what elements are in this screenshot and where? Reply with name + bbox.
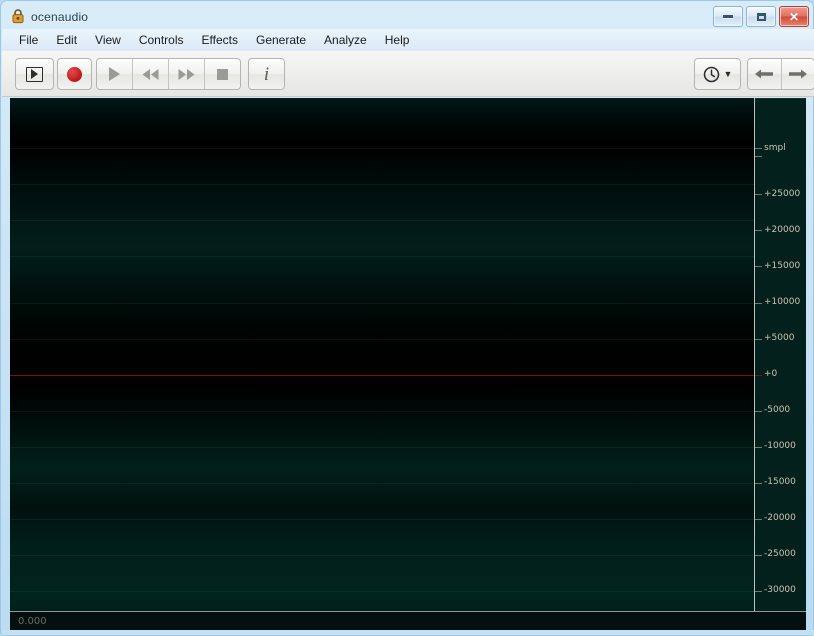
ruler-tick <box>755 591 762 592</box>
app-icon <box>12 9 24 24</box>
selection-tool-icon <box>26 66 43 82</box>
grid-line <box>10 555 754 556</box>
menu-help[interactable]: Help <box>376 31 419 49</box>
menu-bar: File Edit View Controls Effects Generate… <box>2 29 814 51</box>
ruler-tick <box>755 303 762 304</box>
window-title: ocenaudio <box>31 10 89 24</box>
play-button[interactable] <box>97 59 133 89</box>
menu-edit[interactable]: Edit <box>47 31 86 49</box>
grid-line <box>10 184 754 185</box>
record-icon <box>67 66 82 82</box>
arrow-left-icon <box>755 69 774 79</box>
ruler-tick <box>755 230 762 231</box>
ruler-tick <box>755 483 762 484</box>
menu-generate[interactable]: Generate <box>247 31 315 49</box>
grid-line <box>10 519 754 520</box>
minimize-button[interactable] <box>713 6 743 27</box>
grid-line <box>10 591 754 592</box>
ruler-label: +5000 <box>764 333 795 343</box>
ruler-tick <box>755 411 762 412</box>
clock-icon <box>703 66 719 82</box>
navigation-button-group <box>747 58 814 90</box>
grid-line <box>10 220 754 221</box>
application-window: ocenaudio ✕ File Edit View Controls Effe… <box>0 0 814 636</box>
transport-button-group <box>96 58 241 90</box>
ruler-label: -15000 <box>764 477 796 487</box>
grid-line <box>10 303 754 304</box>
grid-line <box>10 256 754 257</box>
ruler-label: +0 <box>764 369 778 379</box>
ruler-label: -10000 <box>764 441 796 451</box>
ruler-label: +25000 <box>764 189 801 199</box>
amplitude-ruler[interactable]: smpl +25000 +20000 +15000 +10000 +5000 +… <box>755 98 806 611</box>
ruler-top-border <box>755 98 806 99</box>
ruler-tick <box>755 339 762 340</box>
ruler-tick <box>755 555 762 556</box>
info-icon: i <box>263 63 270 85</box>
ruler-unit-label: smpl <box>764 143 786 153</box>
maximize-button[interactable] <box>746 6 776 27</box>
ruler-tick <box>755 194 762 195</box>
playhead-position: 0.000 <box>18 616 47 627</box>
grid-line <box>10 411 754 412</box>
toolbar: i -00:00:00.000 hr min sec smpl 8000 Hz … <box>2 51 814 144</box>
stop-icon <box>217 68 228 80</box>
title-bar: ocenaudio ✕ <box>1 1 814 29</box>
zero-amplitude-line <box>10 375 754 376</box>
arrow-right-icon <box>788 69 807 79</box>
ruler-tick-zero <box>755 375 762 376</box>
ruler-label: -25000 <box>764 549 796 559</box>
ruler-label: +15000 <box>764 261 801 271</box>
menu-analyze[interactable]: Analyze <box>315 31 376 49</box>
nav-forward-button[interactable] <box>782 59 814 89</box>
grid-line <box>10 447 754 448</box>
stop-button[interactable] <box>205 59 240 89</box>
menu-file[interactable]: File <box>10 31 47 49</box>
ruler-label: +20000 <box>764 225 801 235</box>
record-button[interactable] <box>57 58 92 90</box>
menu-view[interactable]: View <box>86 31 130 49</box>
play-icon <box>109 67 120 81</box>
ruler-label: -20000 <box>764 513 796 523</box>
ruler-tick <box>755 148 762 149</box>
ruler-tick <box>755 156 762 157</box>
window-controls: ✕ <box>713 6 809 27</box>
close-icon: ✕ <box>788 9 800 24</box>
waveform-canvas[interactable] <box>10 98 754 611</box>
waveform-view[interactable]: smpl +25000 +20000 +15000 +10000 +5000 +… <box>10 98 806 611</box>
fast-forward-button[interactable] <box>169 59 205 89</box>
grid-line <box>10 148 754 149</box>
grid-line <box>10 339 754 340</box>
rewind-icon <box>142 68 159 80</box>
ruler-tick <box>755 519 762 520</box>
maximize-icon <box>756 12 766 21</box>
minimize-icon <box>723 15 733 18</box>
ruler-label: -5000 <box>764 405 791 415</box>
ruler-label: +10000 <box>764 297 801 307</box>
ruler-tick <box>755 447 762 448</box>
status-bar: 0.000 <box>10 611 806 631</box>
grid-line <box>10 483 754 484</box>
ruler-label: -30000 <box>764 585 796 595</box>
info-button[interactable]: i <box>248 58 285 90</box>
selection-tool-button[interactable] <box>15 58 54 90</box>
clock-dropdown-button[interactable]: ▼ <box>694 58 741 90</box>
nav-back-button[interactable] <box>748 59 782 89</box>
ruler-tick <box>755 266 762 267</box>
chevron-down-icon: ▼ <box>723 68 733 79</box>
close-button[interactable]: ✕ <box>779 6 809 27</box>
menu-controls[interactable]: Controls <box>130 31 193 49</box>
menu-effects[interactable]: Effects <box>193 31 247 49</box>
fast-forward-icon <box>178 68 195 80</box>
rewind-button[interactable] <box>133 59 169 89</box>
window-bottom-edge <box>2 630 814 635</box>
